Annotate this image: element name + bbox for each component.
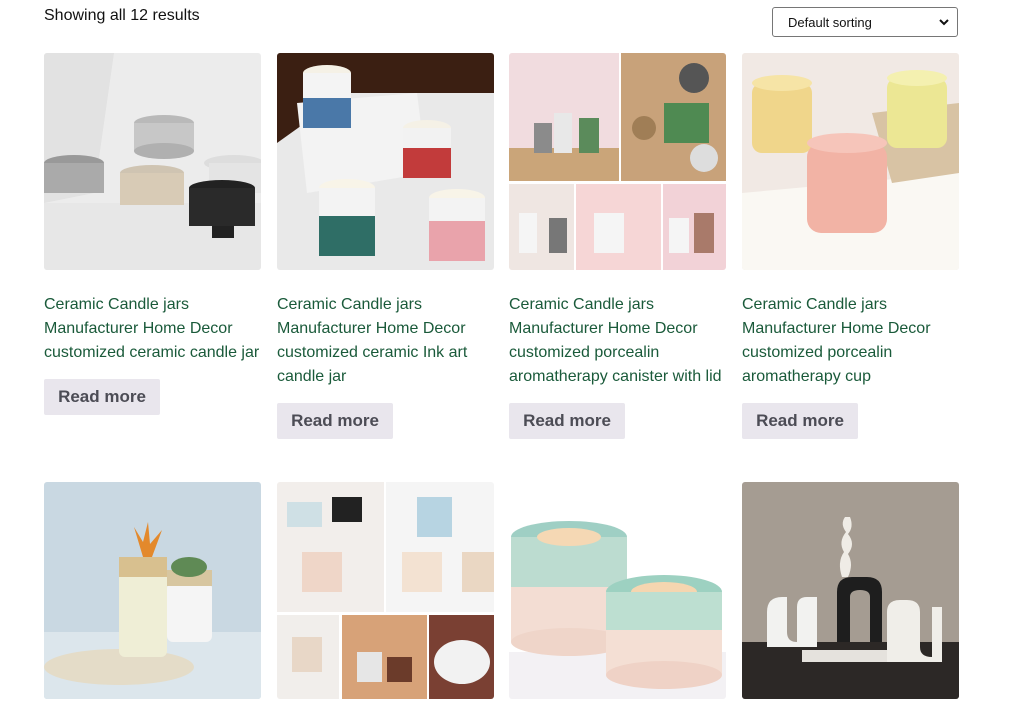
read-more-button[interactable]: Read more: [509, 403, 625, 439]
product-image[interactable]: [277, 482, 494, 699]
read-more-button[interactable]: Read more: [277, 403, 393, 439]
product-card: [742, 482, 959, 699]
product-title-link[interactable]: Ceramic Candle jars Manufacturer Home De…: [44, 293, 261, 365]
sorting-select[interactable]: Default sorting: [772, 7, 958, 37]
product-card: Ceramic Candle jars Manufacturer Home De…: [277, 53, 494, 439]
sorting-select-value: Default sorting: [788, 14, 872, 30]
product-card: Ceramic Candle jars Manufacturer Home De…: [44, 53, 261, 415]
product-card: [509, 482, 726, 699]
product-image[interactable]: [277, 53, 494, 270]
product-image[interactable]: [742, 53, 959, 270]
read-more-button[interactable]: Read more: [742, 403, 858, 439]
result-count: Showing all 12 results: [44, 7, 200, 24]
product-title-link[interactable]: Ceramic Candle jars Manufacturer Home De…: [509, 293, 726, 389]
product-image[interactable]: [509, 53, 726, 270]
product-image[interactable]: [44, 482, 261, 699]
product-title-link[interactable]: Ceramic Candle jars Manufacturer Home De…: [277, 293, 494, 389]
product-title-link[interactable]: Ceramic Candle jars Manufacturer Home De…: [742, 293, 959, 389]
read-more-button[interactable]: Read more: [44, 379, 160, 415]
chevron-down-icon: [939, 19, 949, 26]
shop-page: Showing all 12 results Default sorting C…: [0, 0, 1024, 712]
product-image[interactable]: [44, 53, 261, 270]
product-card: [277, 482, 494, 699]
product-card: [44, 482, 261, 699]
product-card: Ceramic Candle jars Manufacturer Home De…: [742, 53, 959, 439]
product-image[interactable]: [509, 482, 726, 699]
product-card: Ceramic Candle jars Manufacturer Home De…: [509, 53, 726, 439]
product-image[interactable]: [742, 482, 959, 699]
